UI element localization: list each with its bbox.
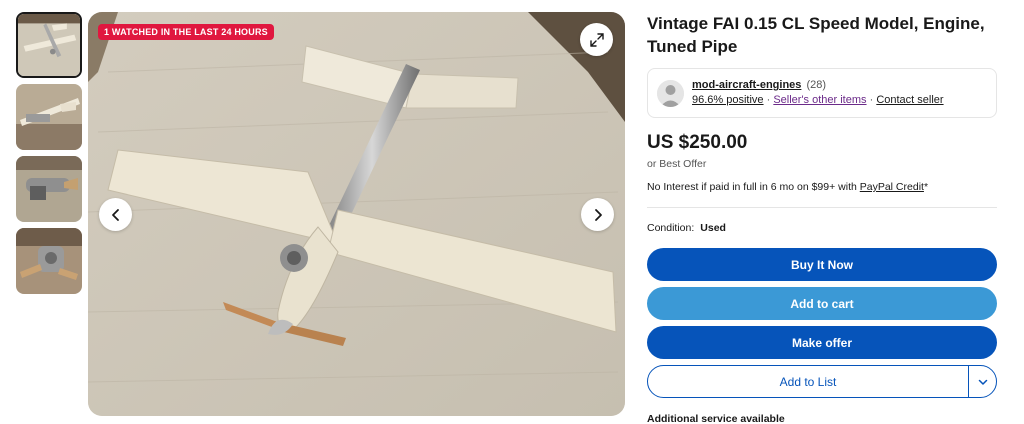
listing-title: Vintage FAI 0.15 CL Speed Model, Engine,… [647, 14, 985, 56]
seller-feedback-count[interactable]: (28) [806, 79, 826, 91]
airplane-photo [88, 12, 625, 416]
seller-card: mod-aircraft-engines (28) 96.6% positive… [647, 68, 997, 118]
add-to-list-button[interactable]: Add to List [648, 366, 968, 397]
chevron-right-icon [594, 208, 602, 221]
chevron-down-icon [978, 379, 987, 385]
previous-image-button[interactable] [99, 198, 132, 231]
seller-positive-link[interactable]: 96.6% positive [692, 94, 764, 106]
user-icon [657, 80, 684, 107]
thumbnail-4[interactable] [16, 228, 82, 294]
separator: · [866, 94, 877, 106]
expand-image-button[interactable] [580, 23, 613, 56]
price: US $250.00 [647, 132, 748, 153]
main-image[interactable]: 1 WATCHED IN THE LAST 24 HOURS [88, 12, 625, 416]
condition: Condition: Used [647, 222, 997, 234]
seller-other-items-link[interactable]: Seller's other items [773, 94, 866, 106]
thumbnail-1[interactable] [16, 12, 82, 78]
add-to-list-group: Add to List [647, 365, 997, 398]
thumbnail-list [16, 12, 82, 300]
make-offer-button[interactable]: Make offer [647, 326, 997, 359]
engine-photo-icon [16, 156, 82, 222]
financing-text: No Interest if paid in full in 6 mo on $… [647, 181, 997, 208]
thumbnail-2[interactable] [16, 84, 82, 150]
seller-meta: 96.6% positive · Seller's other items · … [692, 94, 944, 106]
financing-suffix: * [923, 181, 929, 193]
seller-name-link[interactable]: mod-aircraft-engines [692, 79, 801, 91]
condition-label: Condition: [647, 222, 695, 234]
watch-count-badge: 1 WATCHED IN THE LAST 24 HOURS [98, 24, 274, 40]
add-to-cart-button[interactable]: Add to cart [647, 287, 997, 320]
next-image-button[interactable] [581, 198, 614, 231]
expand-icon [589, 32, 604, 47]
airplane-photo-icon [16, 84, 82, 150]
thumbnail-3[interactable] [16, 156, 82, 222]
paypal-credit-link[interactable]: PayPal Credit [860, 181, 924, 193]
condition-value: Used [700, 222, 726, 234]
buy-it-now-button[interactable]: Buy It Now [647, 248, 997, 281]
chevron-left-icon [111, 208, 119, 221]
separator: · [763, 94, 774, 106]
engine-photo-icon [16, 228, 82, 294]
seller-avatar[interactable] [657, 80, 684, 107]
best-offer-text: or Best Offer [647, 158, 707, 170]
financing-label: No Interest if paid in full in 6 mo on $… [647, 181, 860, 193]
contact-seller-link[interactable]: Contact seller [876, 94, 943, 106]
add-to-list-dropdown[interactable] [968, 366, 996, 397]
airplane-photo-icon [18, 14, 80, 76]
additional-service-heading: Additional service available [647, 413, 785, 424]
listing-panel: Vintage FAI 0.15 CL Speed Model, Engine,… [647, 12, 997, 424]
seller-name-line: mod-aircraft-engines (28) [692, 79, 826, 91]
